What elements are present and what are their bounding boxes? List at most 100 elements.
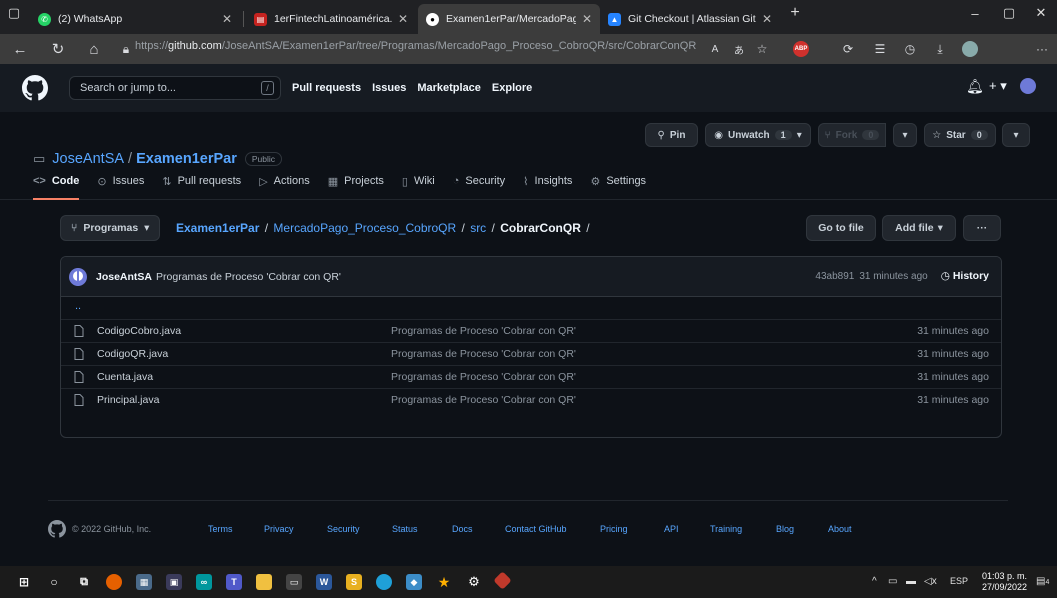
firefox-icon[interactable]	[106, 574, 122, 590]
network-icon[interactable]: ▭	[888, 576, 897, 587]
address-bar[interactable]: https://github.com/JoseAntSA/Examen1erPa…	[135, 40, 696, 52]
nav-explore[interactable]: Explore	[492, 82, 532, 94]
tab-issues[interactable]: ⊙ Issues	[97, 172, 153, 199]
breadcrumb-repo-link[interactable]: Examen1erPar	[176, 221, 259, 235]
tab-wiki[interactable]: ▯ Wiki	[402, 172, 444, 199]
tab-code[interactable]: <> Code	[33, 172, 88, 200]
file-name-link[interactable]: Cuenta.java	[97, 371, 153, 383]
file-commit-message[interactable]: Programas de Proceso 'Cobrar con QR'	[391, 371, 576, 383]
footer-link-about[interactable]: About	[828, 524, 852, 534]
bell-icon[interactable]: 🔔︎	[966, 78, 984, 95]
windows-start-icon[interactable]: ⊞	[16, 574, 32, 590]
adblock-icon[interactable]: ABP	[791, 39, 811, 59]
commit-author[interactable]: JoseAntSA	[96, 271, 152, 283]
go-to-file-button[interactable]: Go to file	[806, 215, 876, 241]
breadcrumb-folder-link[interactable]: src	[470, 221, 486, 235]
history-icon[interactable]: ◷	[900, 39, 920, 59]
back-arrow-icon[interactable]: ←	[8, 37, 32, 61]
close-tab-icon[interactable]: ✕	[582, 12, 592, 26]
history-link[interactable]: ◷ History	[941, 270, 989, 282]
settings-gear-icon[interactable]: ⚙	[466, 574, 482, 590]
branch-selector-button[interactable]: ⑂ Programas ▾	[60, 215, 161, 241]
avatar[interactable]	[69, 267, 87, 286]
file-name-link[interactable]: CodigoQR.java	[97, 348, 168, 360]
volume-icon[interactable]: ◁x	[924, 576, 937, 587]
fork-button[interactable]: ⑂ Fork 0	[818, 123, 886, 147]
user-avatar-menu[interactable]	[1020, 78, 1036, 97]
arduino-icon[interactable]: ∞	[196, 574, 212, 590]
calculator-icon[interactable]: ▦	[136, 574, 152, 590]
footer-link-training[interactable]: Training	[710, 524, 742, 534]
close-tab-icon[interactable]: ✕	[222, 12, 232, 26]
search-input[interactable]: Search or jump to... /	[69, 76, 281, 100]
add-file-button[interactable]: Add file ▾	[882, 215, 956, 241]
footer-link-privacy[interactable]: Privacy	[264, 524, 294, 534]
commit-message[interactable]: Programas de Proceso 'Cobrar con QR'	[156, 271, 341, 283]
notifications-icon[interactable]: ▤4	[1036, 576, 1049, 587]
tray-chevron-icon[interactable]: ^	[872, 576, 877, 587]
footer-link-pricing[interactable]: Pricing	[600, 524, 628, 534]
github-logo-icon[interactable]	[22, 75, 48, 101]
browser-menu-icon[interactable]: ···	[1032, 39, 1052, 59]
table-row[interactable]: CodigoQR.java Programas de Proceso 'Cobr…	[61, 343, 1001, 366]
footer-link-api[interactable]: API	[664, 524, 679, 534]
parent-directory-link[interactable]: ..	[75, 300, 81, 312]
translate-icon[interactable]: あ	[729, 39, 749, 59]
nav-pull-requests[interactable]: Pull requests	[292, 82, 361, 94]
file-name-link[interactable]: Principal.java	[97, 394, 159, 406]
browser-tab-whatsapp[interactable]: ✆ (2) WhatsApp ✕	[30, 4, 240, 34]
git-icon[interactable]	[493, 571, 512, 590]
new-tab-button[interactable]: +	[784, 0, 806, 26]
footer-link-contact[interactable]: Contact GitHub	[505, 524, 567, 534]
input-language[interactable]: ESP	[950, 576, 968, 586]
repo-owner-link[interactable]: JoseAntSA	[52, 151, 124, 167]
read-aloud-icon[interactable]: A	[705, 39, 725, 59]
word-icon[interactable]: W	[316, 574, 332, 590]
close-window-button[interactable]: ✕	[1024, 0, 1057, 26]
file-explorer-icon[interactable]	[256, 574, 272, 590]
tab-actions[interactable]: ▷ Actions	[259, 172, 319, 199]
file-name-link[interactable]: CodigoCobro.java	[97, 325, 181, 337]
minimize-button[interactable]: –	[958, 0, 992, 26]
tab-actions-icon[interactable]: ▢	[2, 0, 26, 26]
star-button[interactable]: ☆ Star 0	[924, 123, 996, 147]
commit-sha[interactable]: 43ab891	[815, 271, 854, 282]
file-commit-message[interactable]: Programas de Proceso 'Cobrar con QR'	[391, 394, 576, 406]
tab-pull-requests[interactable]: ⇅ Pull requests	[162, 172, 250, 199]
battery-icon[interactable]: ▬	[906, 576, 916, 587]
home-icon[interactable]: ⌂	[82, 37, 106, 61]
app-icon[interactable]: ▣	[166, 574, 182, 590]
more-options-button[interactable]: ···	[963, 215, 1001, 241]
breadcrumb-folder-link[interactable]: MercadoPago_Proceso_CobroQR	[273, 221, 456, 235]
tab-projects[interactable]: ▦ Projects	[328, 172, 393, 199]
maximize-button[interactable]: ▢	[992, 0, 1026, 26]
table-row[interactable]: CodigoCobro.java Programas de Proceso 'C…	[61, 320, 1001, 343]
file-commit-message[interactable]: Programas de Proceso 'Cobrar con QR'	[391, 348, 576, 360]
fork-dropdown-button[interactable]: ▾	[893, 123, 917, 147]
refresh-icon[interactable]: ↻	[46, 37, 70, 61]
footer-link-security[interactable]: Security	[327, 524, 360, 534]
file-commit-message[interactable]: Programas de Proceso 'Cobrar con QR'	[391, 325, 576, 337]
create-new-menu[interactable]: + ▾	[989, 78, 1007, 94]
profile-avatar-icon[interactable]	[960, 39, 980, 59]
browser-tab-atlassian[interactable]: ▲ Git Checkout | Atlassian Git Tuto ✕	[600, 4, 780, 34]
nav-marketplace[interactable]: Marketplace	[417, 82, 481, 94]
search-icon[interactable]: ○	[46, 574, 62, 590]
unwatch-button[interactable]: ◉ Unwatch 1 ▾	[705, 123, 811, 147]
nav-issues[interactable]: Issues	[372, 82, 406, 94]
extensions-icon[interactable]: ⟳	[838, 39, 858, 59]
sublime-icon[interactable]: S	[346, 574, 362, 590]
star-app-icon[interactable]: ★	[436, 574, 452, 590]
footer-link-terms[interactable]: Terms	[208, 524, 233, 534]
favorites-icon[interactable]: ☰	[870, 39, 890, 59]
close-tab-icon[interactable]: ✕	[398, 12, 408, 26]
terminal-icon[interactable]: ▭	[286, 574, 302, 590]
downloads-icon[interactable]: ⤓	[930, 39, 950, 59]
taskbar-clock[interactable]: 01:03 p. m. 27/09/2022	[982, 571, 1027, 593]
star-dropdown-button[interactable]: ▾	[1002, 123, 1030, 147]
footer-link-docs[interactable]: Docs	[452, 524, 473, 534]
teams-icon[interactable]: T	[226, 574, 242, 590]
github-logo-icon[interactable]	[48, 520, 66, 538]
edge-icon[interactable]	[376, 574, 392, 590]
table-row[interactable]: Principal.java Programas de Proceso 'Cob…	[61, 389, 1001, 412]
